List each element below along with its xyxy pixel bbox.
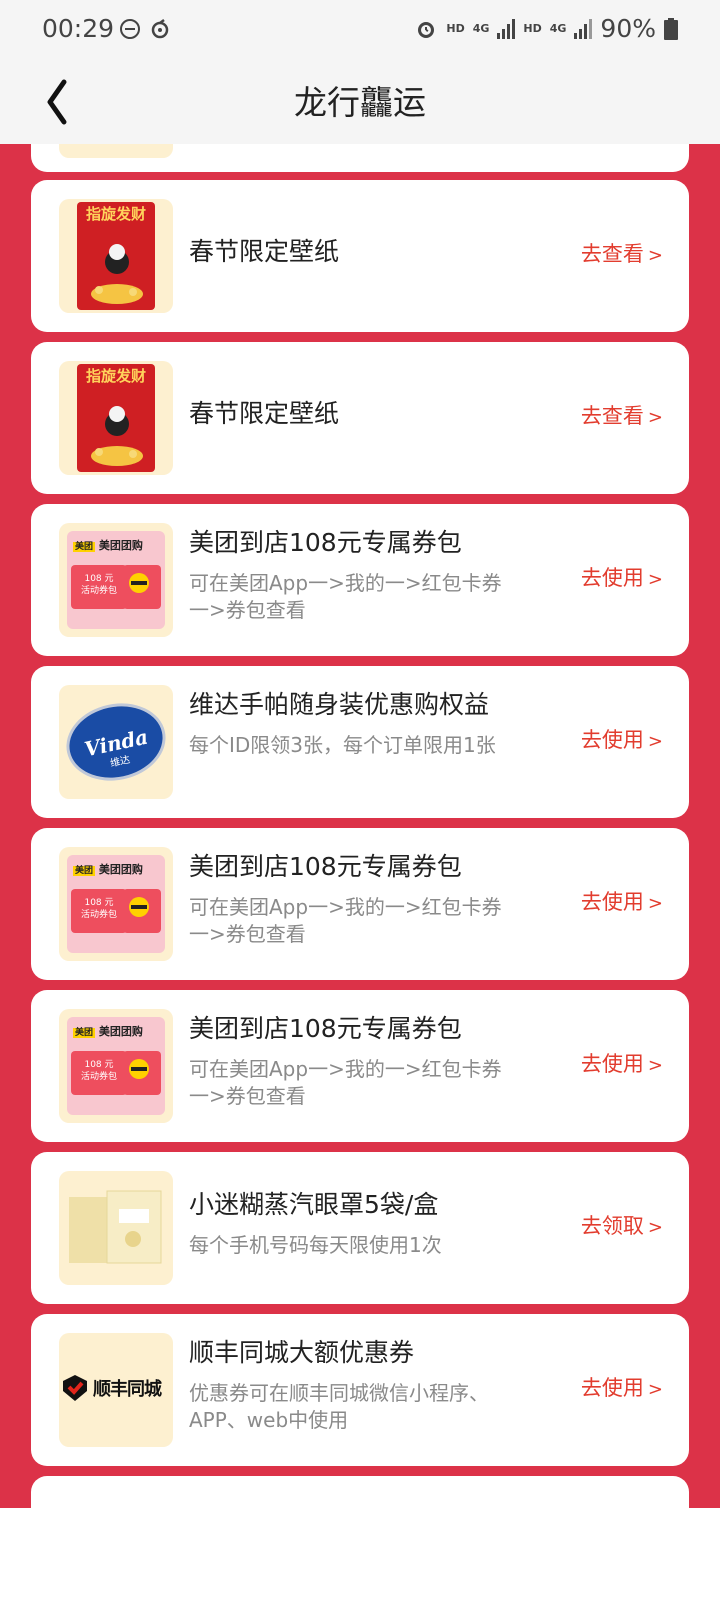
list-item-partial-top[interactable] [31,144,689,172]
list-item[interactable]: 指旋发财 春节限定壁纸 去查看 > [31,342,689,494]
action-label: 去使用 [580,1376,644,1400]
use-button[interactable]: 去使用 > [581,724,663,754]
item-title: 春节限定壁纸 [189,237,340,266]
status-right-icons: HD 4G HD 4G 90% [414,14,678,43]
item-title: 美团到店108元专属券包 [189,852,462,881]
nav-bar: 龙行龘运 [0,62,720,144]
chevron-right-icon: > [647,1379,663,1400]
red-envelope-wallpaper-image: 指旋发财 [59,361,173,475]
chevron-right-icon: > [647,245,663,266]
use-button[interactable]: 去使用 > [581,1372,663,1402]
alarm-icon [418,21,435,38]
item-title: 美团到店108元专属券包 [189,1014,462,1043]
use-button[interactable]: 去使用 > [581,886,663,916]
action-label: 去使用 [580,890,644,914]
meituan-coupon-image: 美团 美团团购 108 元活动券包 [59,523,173,637]
action-label: 去领取 [580,1214,644,1238]
item-description: 可在美团App一>我的一>红包卡券一>券包查看 [189,571,502,622]
chevron-right-icon: > [647,1055,663,1076]
network-type-1: 4G [472,22,490,35]
list-item[interactable]: 美团 美团团购 108 元活动券包 美团到店108元专属券包 可在美团App一>… [31,504,689,656]
vinda-logo-image: Vinda 维达 [59,685,173,799]
item-title: 顺丰同城大额优惠券 [189,1338,415,1367]
action-label: 去使用 [580,566,644,590]
meituan-coupon-image: 美团 美团团购 108 元活动券包 [59,847,173,961]
sf-brand: 顺丰同城 [93,1379,162,1400]
benefits-list: 指旋发财 春节限定壁纸 去查看 > 指旋发财 春节限定壁纸 去查看 > 美团 美团团… [0,144,720,1508]
list-item[interactable]: 指旋发财 春节限定壁纸 去查看 > [31,180,689,332]
status-left-icons [119,18,171,40]
item-description: 优惠券可在顺丰同城微信小程序、APP、web中使用 [189,1381,489,1432]
sf-shield-icon [63,1375,87,1401]
item-title: 小迷糊蒸汽眼罩5袋/盒 [189,1190,439,1219]
chevron-right-icon: > [647,893,663,914]
item-title: 维达手帕随身装优惠购权益 [189,690,490,719]
item-description: 可在美团App一>我的一>红包卡券一>券包查看 [189,1057,502,1108]
use-button[interactable]: 去使用 > [581,562,663,592]
list-item[interactable]: 小迷糊蒸汽眼罩5袋/盒 每个手机号码每天限使用1次 去领取 > [31,1152,689,1304]
action-label: 去查看 [580,404,644,428]
chevron-right-icon: > [647,569,663,590]
view-button[interactable]: 去查看 > [581,400,663,430]
view-button[interactable]: 去查看 > [581,238,663,268]
hd-label: HD [446,22,465,35]
claim-button[interactable]: 去领取 > [581,1210,663,1240]
item-description: 可在美团App一>我的一>红包卡券一>券包查看 [189,895,502,946]
red-envelope-wallpaper-image: 指旋发财 [59,199,173,313]
do-not-disturb-icon [120,19,140,39]
status-bar: 00:29 HD 4G HD 4G 90% [0,0,720,62]
signal-icon-2 [574,18,593,39]
eye-mask-image [59,1171,173,1285]
swirl-icon [151,19,169,39]
battery-percent: 90% [600,14,656,43]
list-item-partial-bottom[interactable] [31,1476,689,1508]
status-time: 00:29 [42,14,115,43]
chevron-right-icon: > [647,1217,663,1238]
chevron-right-icon: > [647,407,663,428]
list-item[interactable]: Vinda 维达 维达手帕随身装优惠购权益 每个ID限领3张，每个订单限用1张 … [31,666,689,818]
item-description: 每个手机号码每天限使用1次 [189,1233,442,1257]
list-item[interactable]: 顺丰同城 顺丰同城大额优惠券 优惠券可在顺丰同城微信小程序、APP、web中使用… [31,1314,689,1466]
list-item[interactable]: 美团 美团团购 108 元活动券包 美团到店108元专属券包 可在美团App一>… [31,828,689,980]
use-button[interactable]: 去使用 > [581,1048,663,1078]
network-type-2: 4G [549,22,567,35]
action-label: 去查看 [580,242,644,266]
item-title: 春节限定壁纸 [189,399,340,428]
eye-mask-box-icon [69,1190,162,1264]
chevron-right-icon: > [647,731,663,752]
action-label: 去使用 [580,728,644,752]
item-thumbnail [59,144,173,158]
page-title: 龙行龘运 [294,83,426,122]
hd-label-2: HD [523,22,542,35]
item-title: 美团到店108元专属券包 [189,528,462,557]
sf-logo-image: 顺丰同城 [59,1333,173,1447]
action-label: 去使用 [580,1052,644,1076]
battery-icon [664,17,678,40]
list-item[interactable]: 美团 美团团购 108 元活动券包 美团到店108元专属券包 可在美团App一>… [31,990,689,1142]
meituan-coupon-image: 美团 美团团购 108 元活动券包 [59,1009,173,1123]
signal-icon [497,18,516,39]
item-description: 每个ID限领3张，每个订单限用1张 [189,733,496,757]
